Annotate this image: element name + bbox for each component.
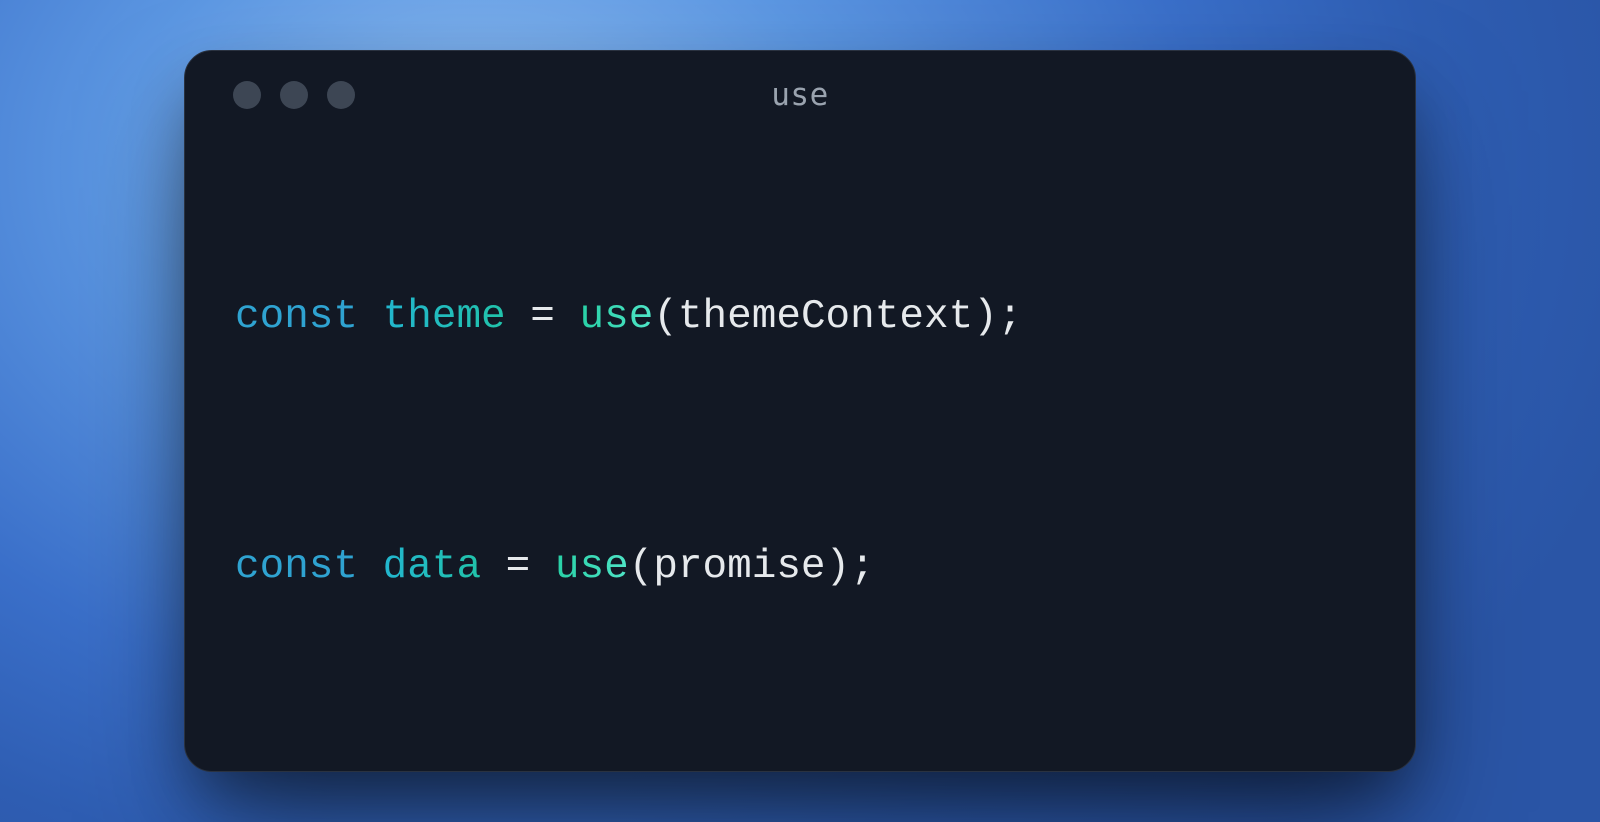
- maximize-icon[interactable]: [327, 81, 355, 109]
- paren-close-token: ): [826, 544, 851, 590]
- code-line: const theme = use(themeContext);: [235, 291, 1365, 344]
- titlebar: use: [185, 51, 1415, 139]
- function-token: use: [555, 544, 629, 590]
- window-title: use: [185, 77, 1415, 113]
- variable-token: theme: [383, 294, 506, 340]
- minimize-icon[interactable]: [280, 81, 308, 109]
- keyword-token: const: [235, 544, 358, 590]
- code-line: const data = use(promise);: [235, 541, 1365, 594]
- identifier-token: themeContext: [678, 294, 973, 340]
- traffic-lights: [233, 81, 355, 109]
- keyword-token: const: [235, 294, 358, 340]
- semicolon-token: ;: [850, 544, 875, 590]
- identifier-token: promise: [653, 544, 825, 590]
- close-icon[interactable]: [233, 81, 261, 109]
- equals-token: =: [530, 294, 555, 340]
- paren-close-token: ): [973, 294, 998, 340]
- code-area: const theme = use(themeContext); const d…: [185, 139, 1415, 770]
- paren-open-token: (: [653, 294, 678, 340]
- equals-token: =: [506, 544, 531, 590]
- paren-open-token: (: [629, 544, 654, 590]
- variable-token: data: [383, 544, 481, 590]
- editor-window: use const theme = use(themeContext); con…: [184, 50, 1416, 771]
- semicolon-token: ;: [998, 294, 1023, 340]
- function-token: use: [580, 294, 654, 340]
